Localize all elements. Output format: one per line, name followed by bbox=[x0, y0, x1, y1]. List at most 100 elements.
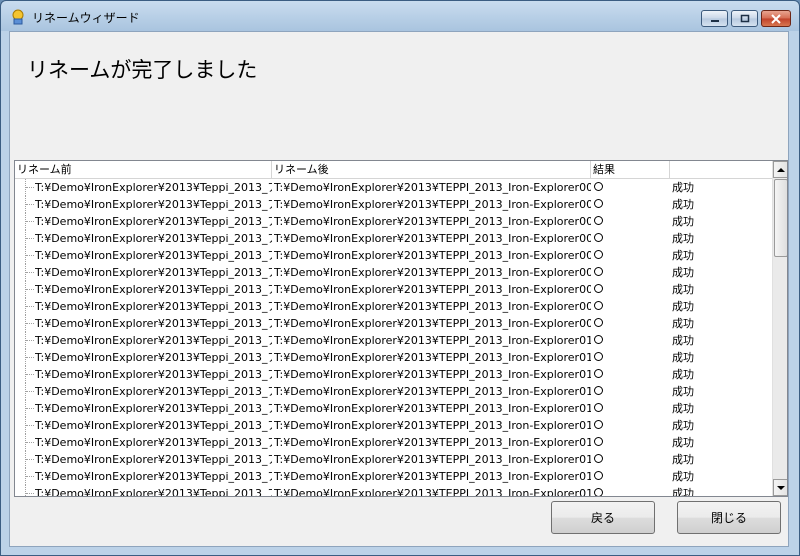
page-title: リネームが完了しました bbox=[27, 58, 258, 82]
cell-before: T:¥Demo¥IronExplorer¥2013¥Teppi_2013_アイア bbox=[35, 198, 272, 211]
table-row[interactable]: T:¥Demo¥IronExplorer¥2013¥Teppi_2013_アイア… bbox=[15, 451, 773, 468]
vertical-scrollbar[interactable] bbox=[772, 161, 787, 496]
back-button[interactable]: 戻る bbox=[551, 501, 655, 534]
column-header-status[interactable] bbox=[670, 161, 773, 178]
cell-after: T:¥Demo¥IronExplorer¥2013¥TEPPI_2013_Iro… bbox=[274, 453, 591, 466]
close-window-button[interactable] bbox=[761, 10, 791, 27]
circle-ok-icon bbox=[594, 301, 603, 310]
cell-after: T:¥Demo¥IronExplorer¥2013¥TEPPI_2013_Iro… bbox=[274, 300, 591, 313]
circle-ok-icon bbox=[594, 437, 603, 446]
table-row[interactable]: T:¥Demo¥IronExplorer¥2013¥Teppi_2013_アイア… bbox=[15, 213, 773, 230]
cell-before: T:¥Demo¥IronExplorer¥2013¥Teppi_2013_アイア bbox=[35, 334, 272, 347]
circle-ok-icon bbox=[594, 199, 603, 208]
column-header-result[interactable]: 結果 bbox=[591, 161, 670, 178]
cell-before: T:¥Demo¥IronExplorer¥2013¥Teppi_2013_アイア bbox=[35, 385, 272, 398]
table-row[interactable]: T:¥Demo¥IronExplorer¥2013¥Teppi_2013_アイア… bbox=[15, 400, 773, 417]
table-row[interactable]: T:¥Demo¥IronExplorer¥2013¥Teppi_2013_アイア… bbox=[15, 417, 773, 434]
scrollbar-thumb[interactable] bbox=[774, 179, 787, 257]
table-row[interactable]: T:¥Demo¥IronExplorer¥2013¥Teppi_2013_アイア… bbox=[15, 383, 773, 400]
arrow-down-icon bbox=[777, 486, 785, 490]
cell-status: 成功 bbox=[672, 453, 694, 466]
circle-ok-icon bbox=[594, 284, 603, 293]
circle-ok-icon bbox=[594, 471, 603, 480]
title-bar[interactable]: リネームウィザード bbox=[1, 1, 799, 31]
circle-ok-icon bbox=[594, 352, 603, 361]
table-row[interactable]: T:¥Demo¥IronExplorer¥2013¥Teppi_2013_アイア… bbox=[15, 281, 773, 298]
rename-results-list[interactable]: リネーム前 リネーム後 結果 T:¥Demo¥IronExplorer¥2013… bbox=[14, 160, 788, 497]
table-row[interactable]: T:¥Demo¥IronExplorer¥2013¥Teppi_2013_アイア… bbox=[15, 485, 773, 497]
cell-before: T:¥Demo¥IronExplorer¥2013¥Teppi_2013_アイア bbox=[35, 368, 272, 381]
table-row[interactable]: T:¥Demo¥IronExplorer¥2013¥Teppi_2013_アイア… bbox=[15, 196, 773, 213]
cell-status: 成功 bbox=[672, 266, 694, 279]
cell-status: 成功 bbox=[672, 300, 694, 313]
circle-ok-icon bbox=[594, 216, 603, 225]
tree-branch bbox=[26, 476, 34, 477]
table-row[interactable]: T:¥Demo¥IronExplorer¥2013¥Teppi_2013_アイア… bbox=[15, 247, 773, 264]
table-row[interactable]: T:¥Demo¥IronExplorer¥2013¥Teppi_2013_アイア… bbox=[15, 434, 773, 451]
tree-branch bbox=[26, 340, 34, 341]
cell-status: 成功 bbox=[672, 368, 694, 381]
cell-status: 成功 bbox=[672, 232, 694, 245]
column-header-before[interactable]: リネーム前 bbox=[15, 161, 272, 178]
minimize-icon bbox=[702, 11, 727, 26]
circle-ok-icon bbox=[594, 182, 603, 191]
table-row[interactable]: T:¥Demo¥IronExplorer¥2013¥Teppi_2013_アイア… bbox=[15, 468, 773, 485]
tree-branch bbox=[26, 187, 34, 188]
cell-after: T:¥Demo¥IronExplorer¥2013¥TEPPI_2013_Iro… bbox=[274, 419, 591, 432]
cell-before: T:¥Demo¥IronExplorer¥2013¥Teppi_2013_アイア bbox=[35, 215, 272, 228]
table-row[interactable]: T:¥Demo¥IronExplorer¥2013¥Teppi_2013_アイア… bbox=[15, 366, 773, 383]
tree-branch bbox=[26, 289, 34, 290]
cell-before: T:¥Demo¥IronExplorer¥2013¥Teppi_2013_アイア bbox=[35, 266, 272, 279]
cell-before: T:¥Demo¥IronExplorer¥2013¥Teppi_2013_アイア bbox=[35, 232, 272, 245]
table-row[interactable]: T:¥Demo¥IronExplorer¥2013¥Teppi_2013_アイア… bbox=[15, 230, 773, 247]
column-header-after[interactable]: リネーム後 bbox=[272, 161, 591, 178]
cell-status: 成功 bbox=[672, 487, 694, 497]
table-row[interactable]: T:¥Demo¥IronExplorer¥2013¥Teppi_2013_アイア… bbox=[15, 298, 773, 315]
cell-before: T:¥Demo¥IronExplorer¥2013¥Teppi_2013_アイア bbox=[35, 419, 272, 432]
tree-branch bbox=[26, 493, 34, 494]
tree-branch bbox=[26, 357, 34, 358]
cell-before: T:¥Demo¥IronExplorer¥2013¥Teppi_2013_アイア bbox=[35, 487, 272, 497]
maximize-icon bbox=[732, 11, 757, 26]
tree-branch bbox=[26, 323, 34, 324]
wizard-client-area: リネームが完了しました リネーム前 リネーム後 結果 T:¥Demo¥IronE… bbox=[9, 31, 789, 547]
circle-ok-icon bbox=[594, 250, 603, 259]
table-row[interactable]: T:¥Demo¥IronExplorer¥2013¥Teppi_2013_アイア… bbox=[15, 332, 773, 349]
tree-line bbox=[25, 485, 27, 496]
cell-before: T:¥Demo¥IronExplorer¥2013¥Teppi_2013_アイア bbox=[35, 317, 272, 330]
table-row[interactable]: T:¥Demo¥IronExplorer¥2013¥Teppi_2013_アイア… bbox=[15, 315, 773, 332]
maximize-button[interactable] bbox=[731, 10, 758, 27]
scroll-down-button[interactable] bbox=[773, 479, 787, 496]
cell-status: 成功 bbox=[672, 215, 694, 228]
window-title: リネームウィザード bbox=[32, 11, 140, 25]
cell-after: T:¥Demo¥IronExplorer¥2013¥TEPPI_2013_Iro… bbox=[274, 436, 591, 449]
cell-after: T:¥Demo¥IronExplorer¥2013¥TEPPI_2013_Iro… bbox=[274, 487, 591, 497]
cell-status: 成功 bbox=[672, 436, 694, 449]
cell-status: 成功 bbox=[672, 334, 694, 347]
tree-branch bbox=[26, 238, 34, 239]
cell-after: T:¥Demo¥IronExplorer¥2013¥TEPPI_2013_Iro… bbox=[274, 283, 591, 296]
tree-branch bbox=[26, 306, 34, 307]
cell-status: 成功 bbox=[672, 470, 694, 483]
scroll-up-button[interactable] bbox=[773, 161, 787, 178]
circle-ok-icon bbox=[594, 267, 603, 276]
circle-ok-icon bbox=[594, 318, 603, 327]
cell-after: T:¥Demo¥IronExplorer¥2013¥TEPPI_2013_Iro… bbox=[274, 215, 591, 228]
tree-branch bbox=[26, 374, 34, 375]
circle-ok-icon bbox=[594, 386, 603, 395]
table-row[interactable]: T:¥Demo¥IronExplorer¥2013¥Teppi_2013_アイア… bbox=[15, 349, 773, 366]
close-button[interactable]: 閉じる bbox=[677, 501, 781, 534]
cell-status: 成功 bbox=[672, 181, 694, 194]
arrow-up-icon bbox=[777, 168, 785, 172]
minimize-button[interactable] bbox=[701, 10, 728, 27]
wizard-icon bbox=[10, 9, 26, 25]
circle-ok-icon bbox=[594, 420, 603, 429]
table-row[interactable]: T:¥Demo¥IronExplorer¥2013¥Teppi_2013_アイア… bbox=[15, 264, 773, 281]
cell-after: T:¥Demo¥IronExplorer¥2013¥TEPPI_2013_Iro… bbox=[274, 249, 591, 262]
table-row[interactable]: T:¥Demo¥IronExplorer¥2013¥Teppi_2013_アイア… bbox=[15, 179, 773, 196]
circle-ok-icon bbox=[594, 488, 603, 496]
cell-after: T:¥Demo¥IronExplorer¥2013¥TEPPI_2013_Iro… bbox=[274, 317, 591, 330]
cell-after: T:¥Demo¥IronExplorer¥2013¥TEPPI_2013_Iro… bbox=[274, 198, 591, 211]
tree-branch bbox=[26, 391, 34, 392]
cell-before: T:¥Demo¥IronExplorer¥2013¥Teppi_2013_アイア bbox=[35, 436, 272, 449]
